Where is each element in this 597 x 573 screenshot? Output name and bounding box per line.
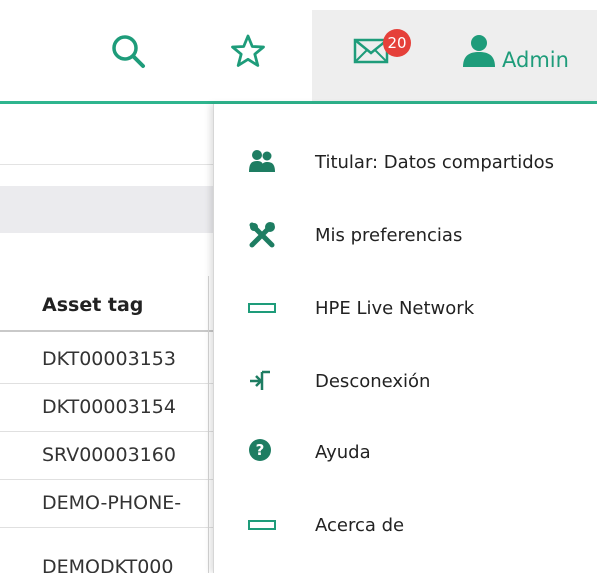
row-separator — [0, 431, 213, 432]
logout-icon — [250, 370, 270, 390]
menu-item-help[interactable]: ? Ayuda — [214, 424, 597, 484]
mail-count-badge: 20 — [383, 29, 411, 57]
menu-item-shared-data[interactable]: Titular: Datos compartidos — [214, 134, 597, 194]
row-separator — [0, 527, 213, 528]
user-dropdown-menu: Titular: Datos compartidos Mis preferenc… — [213, 104, 597, 573]
menu-item-logout[interactable]: Desconexión — [214, 353, 597, 413]
asset-table: Asset tag DKT00003153 DKT00003154 SRV000… — [0, 104, 213, 573]
users-icon — [249, 150, 275, 172]
menu-item-label: Mis preferencias — [315, 225, 463, 246]
table-row[interactable]: DKT00003153 — [42, 348, 176, 370]
divider — [0, 164, 213, 165]
search-icon[interactable] — [110, 33, 146, 69]
menu-item-about[interactable]: Acerca de — [214, 497, 597, 557]
table-row[interactable]: DEMO-PHONE- — [42, 492, 181, 514]
column-separator — [208, 276, 209, 573]
menu-item-label: Ayuda — [315, 442, 371, 463]
menu-item-preferences[interactable]: Mis preferencias — [214, 207, 597, 267]
filter-bar — [0, 186, 213, 233]
user-icon[interactable] — [460, 33, 498, 69]
user-name-label[interactable]: Admin — [502, 48, 569, 72]
star-icon[interactable] — [230, 33, 266, 69]
column-header-asset-tag[interactable]: Asset tag — [42, 294, 143, 316]
top-bar: 20 Admin — [0, 0, 597, 101]
table-row[interactable]: DEMODKT000 — [42, 556, 173, 573]
menu-item-label: HPE Live Network — [315, 298, 475, 319]
tools-icon — [249, 222, 275, 248]
help-icon: ? — [249, 439, 271, 461]
menu-item-label: Acerca de — [315, 515, 405, 536]
header-rule — [0, 330, 213, 332]
table-row[interactable]: SRV00003160 — [42, 444, 176, 466]
rectangle-icon — [248, 303, 276, 313]
menu-item-label: Titular: Datos compartidos — [315, 152, 555, 173]
menu-item-live-network[interactable]: HPE Live Network — [214, 280, 597, 340]
rectangle-icon — [248, 520, 276, 530]
table-row[interactable]: DKT00003154 — [42, 396, 176, 418]
row-separator — [0, 479, 213, 480]
row-separator — [0, 383, 213, 384]
svg-text:?: ? — [256, 441, 265, 459]
menu-item-label: Desconexión — [315, 371, 431, 392]
